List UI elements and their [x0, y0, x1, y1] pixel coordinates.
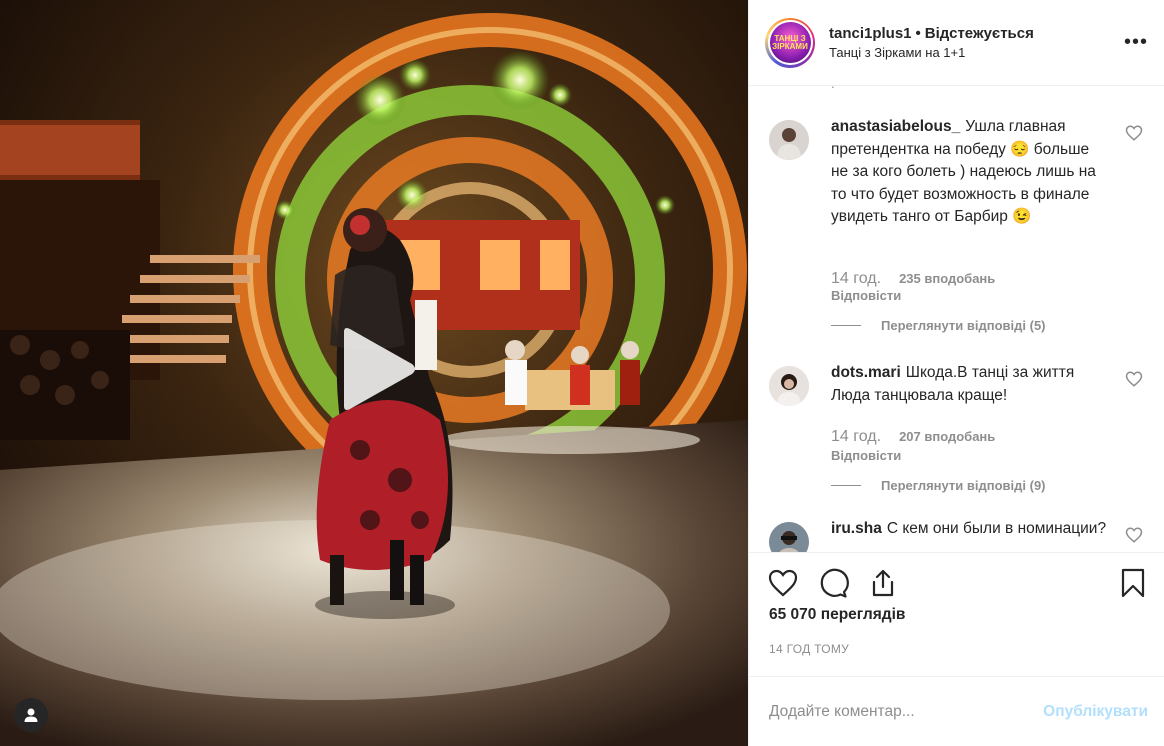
- commenter-avatar[interactable]: [769, 120, 809, 160]
- profile-avatar-image: ТАНЦІ З ЗІРКАМИ: [769, 22, 811, 63]
- play-icon[interactable]: [336, 326, 418, 412]
- heart-icon[interactable]: [1125, 526, 1143, 544]
- comment-meta: 14 год. 207 вподобань: [831, 428, 995, 446]
- comment-time[interactable]: 14 год.: [831, 428, 881, 445]
- divider: [831, 325, 861, 326]
- reply-button[interactable]: Відповісти: [831, 288, 901, 303]
- profile-avatar[interactable]: ТАНЦІ З ЗІРКАМИ: [765, 17, 815, 68]
- user-tag-icon[interactable]: [14, 698, 48, 732]
- publish-button[interactable]: Опублікувати: [1043, 703, 1148, 721]
- comment-username[interactable]: dots.mari: [831, 364, 901, 381]
- comment-body: iru.sha С кем они были в номинации?: [831, 518, 1109, 541]
- heart-icon[interactable]: [1125, 370, 1143, 388]
- post-location[interactable]: Танці з Зірками на 1+1: [829, 44, 1124, 61]
- comment-input[interactable]: [769, 702, 1044, 721]
- instagram-post-view: ТАНЦІ З ЗІРКАМИ tanci1plus1 • Відстежуєтьс…: [0, 0, 1164, 746]
- header-text: tanci1plus1 • Відстежується Танці з Зіркам…: [829, 24, 1124, 61]
- comment-icon[interactable]: [817, 567, 849, 599]
- divider: [831, 485, 861, 486]
- comment-body: dots.mari Шкода.В танці за життя Люда тан…: [831, 362, 1109, 407]
- more-options-icon[interactable]: •••: [1124, 31, 1148, 55]
- comment-likes[interactable]: 207 вподобань: [899, 429, 995, 444]
- comment-body: anastasiabelous_ Ушла главная претендентк…: [831, 116, 1109, 229]
- comments-list[interactable]: . anastasiabelous_Ушла главная претенден…: [749, 86, 1164, 552]
- post-side-panel: ТАНЦІ З ЗІРКАМИ tanci1plus1 • Відстежуєтьс…: [748, 0, 1164, 746]
- view-replies-button[interactable]: Переглянути відповіді (5): [831, 318, 1046, 333]
- profile-username-link[interactable]: tanci1plus1: [829, 25, 912, 42]
- video-player[interactable]: [0, 0, 748, 746]
- comment-likes[interactable]: 235 вподобань: [899, 271, 995, 286]
- view-replies-button[interactable]: Переглянути відповіді (9): [831, 478, 1046, 493]
- post-time-ago[interactable]: 14 ГОД ТОМУ: [749, 640, 1164, 676]
- heart-icon[interactable]: [1125, 124, 1143, 142]
- separator-dot: •: [915, 25, 921, 42]
- commenter-avatar[interactable]: [769, 522, 809, 552]
- reply-button[interactable]: Відповісти: [831, 448, 901, 463]
- commenter-avatar[interactable]: [769, 366, 809, 406]
- view-replies-label: Переглянути відповіді (5): [881, 318, 1046, 333]
- comment-text: С кем они были в номинации?: [886, 520, 1107, 537]
- view-count[interactable]: 65 070 переглядів: [769, 606, 905, 624]
- share-icon[interactable]: [867, 567, 899, 599]
- comment-username[interactable]: iru.sha: [831, 520, 882, 537]
- follow-status-button[interactable]: Відстежується: [925, 25, 1034, 42]
- post-header: ТАНЦІ З ЗІРКАМИ tanci1plus1 • Відстежуєтьс…: [749, 0, 1164, 86]
- cut-off-text: .: [831, 86, 835, 91]
- comment-time[interactable]: 14 год.: [831, 270, 881, 287]
- comment-username[interactable]: anastasiabelous_: [831, 118, 960, 135]
- view-replies-label: Переглянути відповіді (9): [881, 478, 1046, 493]
- post-actions: 65 070 переглядів: [749, 552, 1164, 640]
- comment-meta: 14 год. 235 вподобань: [831, 270, 995, 288]
- add-comment-bar: Опублікувати: [749, 676, 1164, 746]
- bookmark-icon[interactable]: [1117, 567, 1149, 599]
- like-heart-icon[interactable]: [767, 567, 799, 599]
